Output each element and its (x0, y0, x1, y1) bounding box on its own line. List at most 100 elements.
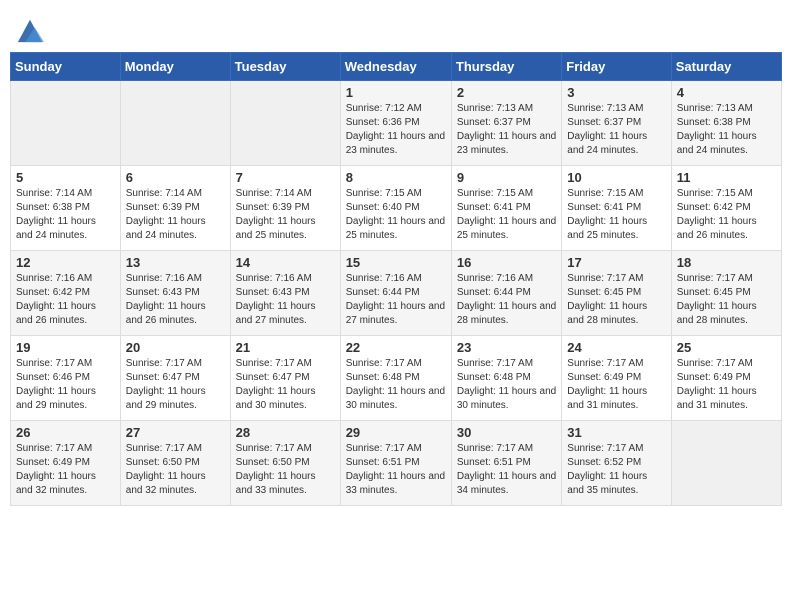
week-row-5: 26Sunrise: 7:17 AMSunset: 6:49 PMDayligh… (11, 421, 782, 506)
week-row-2: 5 Sunrise: 7:14 AMSunset: 6:38 PMDaylight… (11, 166, 782, 251)
weekday-row: SundayMondayTuesdayWednesdayThursdayFrid… (11, 53, 782, 81)
day-number: 19 (16, 340, 115, 355)
day-info: Sunrise: 7:17 AMSunset: 6:45 PMDaylight:… (677, 272, 776, 328)
calendar-cell: 28 Sunrise: 7:17 AMSunset: 6:50 PMDayligh… (230, 421, 340, 506)
day-number: 31 (567, 425, 665, 440)
day-number: 20 (126, 340, 225, 355)
calendar-cell: 13 Sunrise: 7:16 AMSunset: 6:43 PMDayligh… (120, 251, 230, 336)
day-number: 4 (677, 85, 776, 100)
day-info: Sunrise: 7:17 AMSunset: 6:50 PMDaylight:… (236, 442, 335, 498)
weekday-header-wednesday: Wednesday (340, 53, 451, 81)
day-info: Sunrise: 7:13 AMSunset: 6:38 PMDaylight:… (677, 102, 776, 158)
weekday-header-friday: Friday (562, 53, 671, 81)
day-info: Sunrise: 7:17 AMSunset: 6:51 PMDaylight:… (346, 442, 446, 498)
calendar-cell: 8Sunrise: 7:15 AMSunset: 6:40 PMDaylight… (340, 166, 451, 251)
day-info: Sunrise: 7:15 AMSunset: 6:42 PMDaylight:… (677, 187, 776, 243)
day-number: 13 (126, 255, 225, 270)
weekday-header-tuesday: Tuesday (230, 53, 340, 81)
day-number: 27 (126, 425, 225, 440)
calendar-cell: 23 Sunrise: 7:17 AMSunset: 6:48 PMDayligh… (451, 336, 561, 421)
calendar-cell: 11 Sunrise: 7:15 AMSunset: 6:42 PMDayligh… (671, 166, 781, 251)
calendar-cell: 22 Sunrise: 7:17 AMSunset: 6:48 PMDayligh… (340, 336, 451, 421)
day-info: Sunrise: 7:17 AMSunset: 6:49 PMDaylight:… (677, 357, 776, 413)
day-number: 22 (346, 340, 446, 355)
day-info: Sunrise: 7:17 AMSunset: 6:50 PMDaylight:… (126, 442, 225, 498)
day-info: Sunrise: 7:16 AMSunset: 6:44 PMDaylight:… (457, 272, 556, 328)
day-info: Sunrise: 7:17 AMSunset: 6:51 PMDaylight:… (457, 442, 556, 498)
day-number: 25 (677, 340, 776, 355)
day-info: Sunrise: 7:17 AMSunset: 6:49 PMDaylight:… (567, 357, 665, 413)
day-info: Sunrise: 7:15 AMSunset: 6:41 PMDaylight:… (567, 187, 665, 243)
calendar-cell: 4 Sunrise: 7:13 AMSunset: 6:38 PMDaylight… (671, 81, 781, 166)
weekday-header-saturday: Saturday (671, 53, 781, 81)
day-number: 11 (677, 170, 776, 185)
calendar-cell: 5 Sunrise: 7:14 AMSunset: 6:38 PMDaylight… (11, 166, 121, 251)
day-info: Sunrise: 7:17 AMSunset: 6:46 PMDaylight:… (16, 357, 115, 413)
day-info: Sunrise: 7:17 AMSunset: 6:47 PMDaylight:… (236, 357, 335, 413)
calendar-cell: 7 Sunrise: 7:14 AMSunset: 6:39 PMDaylight… (230, 166, 340, 251)
calendar-cell: 9 Sunrise: 7:15 AMSunset: 6:41 PMDaylight… (451, 166, 561, 251)
day-info: Sunrise: 7:17 AMSunset: 6:48 PMDaylight:… (457, 357, 556, 413)
day-number: 24 (567, 340, 665, 355)
day-info: Sunrise: 7:17 AMSunset: 6:47 PMDaylight:… (126, 357, 225, 413)
day-info: Sunrise: 7:14 AMSunset: 6:38 PMDaylight:… (16, 187, 115, 243)
day-info: Sunrise: 7:14 AMSunset: 6:39 PMDaylight:… (236, 187, 335, 243)
day-info: Sunrise: 7:17 AMSunset: 6:45 PMDaylight:… (567, 272, 665, 328)
calendar-cell: 14 Sunrise: 7:16 AMSunset: 6:43 PMDayligh… (230, 251, 340, 336)
day-info: Sunrise: 7:15 AMSunset: 6:40 PMDaylight:… (346, 187, 446, 243)
day-info: Sunrise: 7:16 AMSunset: 6:44 PMDaylight:… (346, 272, 446, 328)
day-info: Sunrise: 7:13 AMSunset: 6:37 PMDaylight:… (567, 102, 665, 158)
day-number: 7 (236, 170, 335, 185)
day-number: 3 (567, 85, 665, 100)
weekday-header-thursday: Thursday (451, 53, 561, 81)
calendar-cell: 19 Sunrise: 7:17 AMSunset: 6:46 PMDayligh… (11, 336, 121, 421)
day-number: 2 (457, 85, 556, 100)
day-info: Sunrise: 7:16 AMSunset: 6:42 PMDaylight:… (16, 272, 115, 328)
day-number: 17 (567, 255, 665, 270)
calendar-body: 1Sunrise: 7:12 AMSunset: 6:36 PMDaylight… (11, 81, 782, 506)
calendar-cell: 27 Sunrise: 7:17 AMSunset: 6:50 PMDayligh… (120, 421, 230, 506)
calendar-cell: 31 Sunrise: 7:17 AMSunset: 6:52 PMDayligh… (562, 421, 671, 506)
day-info: Sunrise: 7:15 AMSunset: 6:41 PMDaylight:… (457, 187, 556, 243)
day-info: Sunrise: 7:14 AMSunset: 6:39 PMDaylight:… (126, 187, 225, 243)
day-number: 30 (457, 425, 556, 440)
day-number: 10 (567, 170, 665, 185)
day-number: 14 (236, 255, 335, 270)
page-header (10, 10, 782, 44)
day-number: 9 (457, 170, 556, 185)
calendar-cell: 15 Sunrise: 7:16 AMSunset: 6:44 PMDayligh… (340, 251, 451, 336)
day-number: 21 (236, 340, 335, 355)
calendar-cell: 21 Sunrise: 7:17 AMSunset: 6:47 PMDayligh… (230, 336, 340, 421)
logo (14, 16, 44, 44)
day-number: 26 (16, 425, 115, 440)
day-number: 29 (346, 425, 446, 440)
calendar-cell: 2Sunrise: 7:13 AMSunset: 6:37 PMDaylight… (451, 81, 561, 166)
calendar-table: SundayMondayTuesdayWednesdayThursdayFrid… (10, 52, 782, 506)
calendar-header: SundayMondayTuesdayWednesdayThursdayFrid… (11, 53, 782, 81)
calendar-cell: 17 Sunrise: 7:17 AMSunset: 6:45 PMDayligh… (562, 251, 671, 336)
day-number: 5 (16, 170, 115, 185)
calendar-cell (230, 81, 340, 166)
calendar-cell (11, 81, 121, 166)
day-number: 23 (457, 340, 556, 355)
calendar-cell: 18Sunrise: 7:17 AMSunset: 6:45 PMDayligh… (671, 251, 781, 336)
calendar-cell (120, 81, 230, 166)
calendar-cell: 29 Sunrise: 7:17 AMSunset: 6:51 PMDayligh… (340, 421, 451, 506)
day-info: Sunrise: 7:16 AMSunset: 6:43 PMDaylight:… (126, 272, 225, 328)
weekday-header-monday: Monday (120, 53, 230, 81)
day-info: Sunrise: 7:16 AMSunset: 6:43 PMDaylight:… (236, 272, 335, 328)
week-row-4: 19 Sunrise: 7:17 AMSunset: 6:46 PMDayligh… (11, 336, 782, 421)
calendar-cell: 3 Sunrise: 7:13 AMSunset: 6:37 PMDaylight… (562, 81, 671, 166)
day-info: Sunrise: 7:17 AMSunset: 6:48 PMDaylight:… (346, 357, 446, 413)
calendar-cell (671, 421, 781, 506)
calendar-cell: 24 Sunrise: 7:17 AMSunset: 6:49 PMDayligh… (562, 336, 671, 421)
calendar-cell: 6Sunrise: 7:14 AMSunset: 6:39 PMDaylight… (120, 166, 230, 251)
day-number: 28 (236, 425, 335, 440)
calendar-cell: 26Sunrise: 7:17 AMSunset: 6:49 PMDayligh… (11, 421, 121, 506)
day-number: 16 (457, 255, 556, 270)
calendar-cell: 1Sunrise: 7:12 AMSunset: 6:36 PMDaylight… (340, 81, 451, 166)
day-number: 1 (346, 85, 446, 100)
calendar-cell: 25 Sunrise: 7:17 AMSunset: 6:49 PMDayligh… (671, 336, 781, 421)
day-number: 15 (346, 255, 446, 270)
day-info: Sunrise: 7:17 AMSunset: 6:52 PMDaylight:… (567, 442, 665, 498)
